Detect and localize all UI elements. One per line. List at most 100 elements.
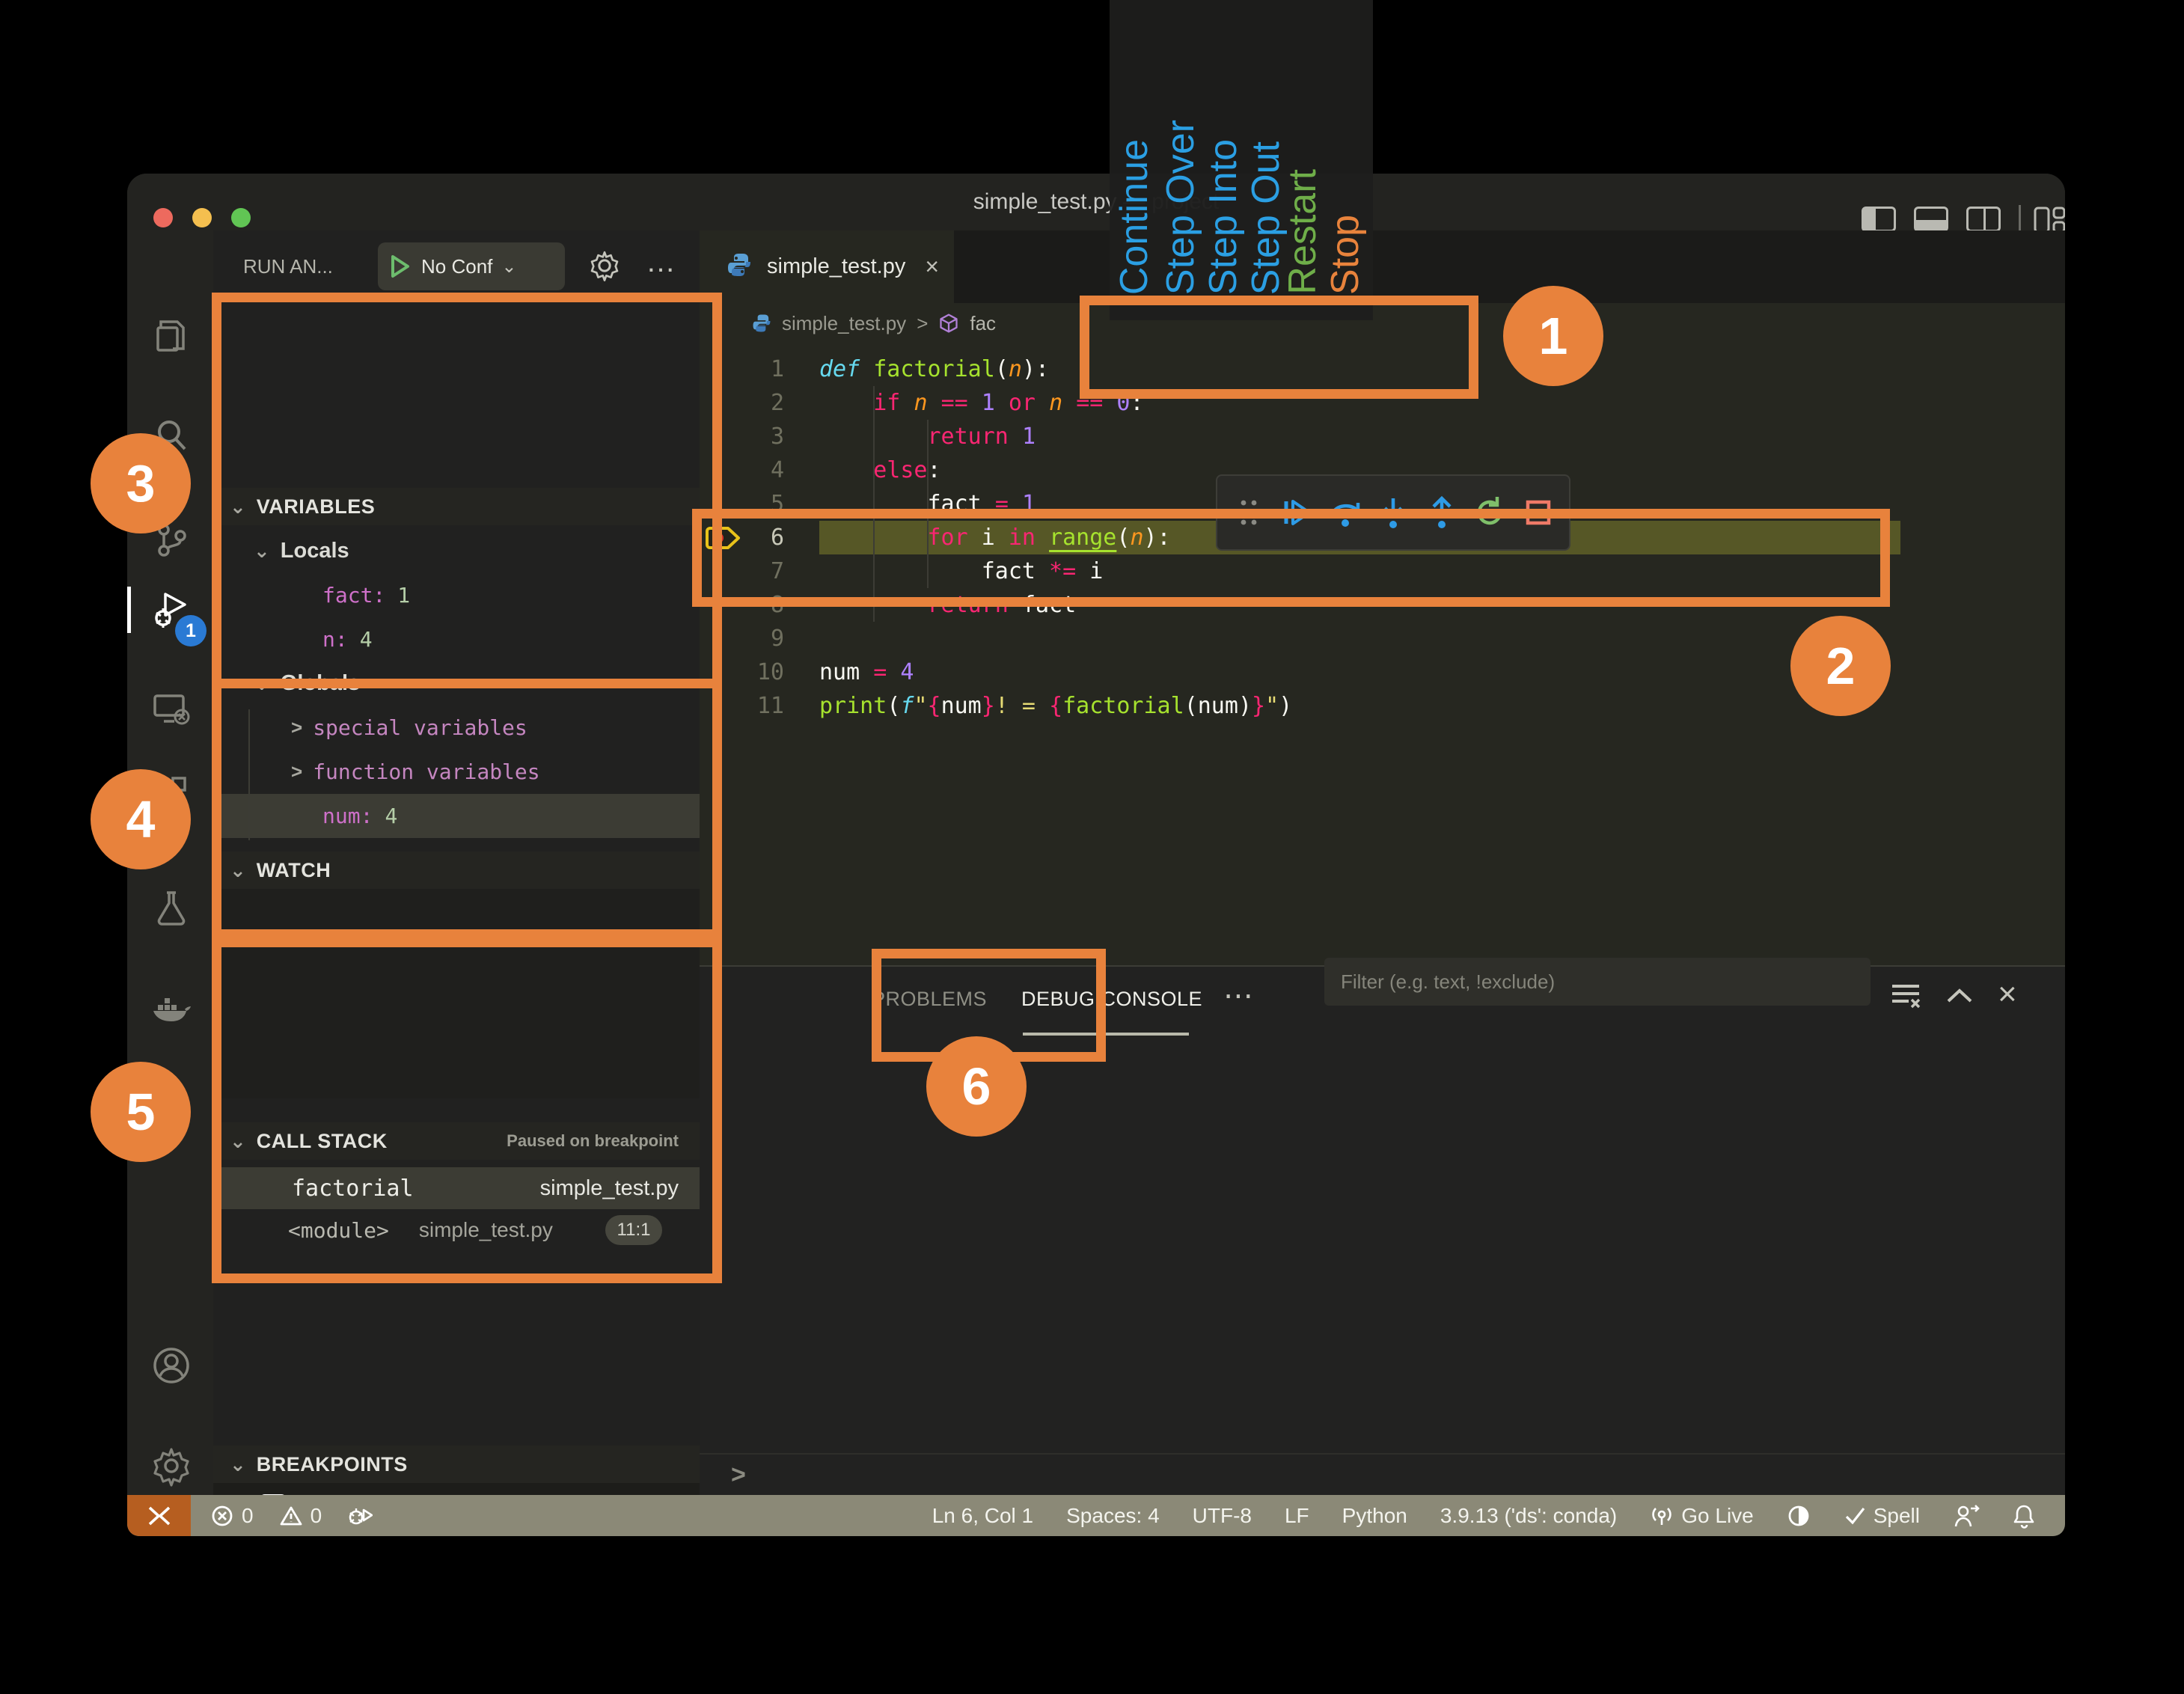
- filter-input[interactable]: Filter (e.g. text, !exclude): [1324, 958, 1871, 1006]
- toggle-secondary-sidebar-icon[interactable]: [1966, 207, 2001, 232]
- go-live-icon: [1650, 1504, 1674, 1528]
- status-item-label: 0: [311, 1504, 322, 1528]
- status-item[interactable]: Python: [1342, 1504, 1407, 1528]
- status-item-label: Python: [1342, 1504, 1407, 1528]
- go-live-icon[interactable]: Go Live: [1650, 1504, 1754, 1528]
- section-title: BREAKPOINTS: [257, 1453, 408, 1476]
- status-item-label: Ln 6, Col 1: [932, 1504, 1033, 1528]
- errors-icon[interactable]: 0: [210, 1504, 254, 1528]
- tab-simple-test-py[interactable]: simple_test.py ×: [700, 230, 954, 303]
- debug-status-icon: [347, 1504, 373, 1528]
- maximize-panel-icon[interactable]: [1945, 985, 1974, 1011]
- annotation-box-3-variables: [212, 293, 722, 688]
- contrast-icon[interactable]: [1787, 1504, 1811, 1528]
- status-bar: 00 Ln 6, Col 1Spaces: 4UTF-8LFPython3.9.…: [127, 1495, 2065, 1536]
- line-number[interactable]: 10: [748, 659, 784, 685]
- status-item[interactable]: Spaces: 4: [1066, 1504, 1160, 1528]
- contrast-icon: [1787, 1504, 1811, 1528]
- annotation-circle-6: 6: [926, 1036, 1027, 1137]
- repl-divider: [700, 1453, 2065, 1455]
- warnings-icon: [279, 1504, 303, 1528]
- explorer-icon[interactable]: [150, 314, 192, 356]
- code-line: 3 return 1: [700, 420, 2065, 453]
- status-item-label: Spell: [1873, 1504, 1920, 1528]
- annotation-circle-4: 4: [91, 769, 191, 869]
- status-right-items: Ln 6, Col 1 Spaces: 4 UTF-8 LF Python 3.9.13 …: [932, 1503, 2035, 1529]
- views-more-actions-icon[interactable]: …: [646, 245, 678, 279]
- panel-more-actions-icon[interactable]: ⋯: [1223, 979, 1253, 1013]
- screenshot-root: simple_test.py — project: [0, 0, 2184, 1694]
- annotation-box-1-debug-toolbar: [1080, 296, 1478, 399]
- annotation-circle-2: 2: [1790, 616, 1891, 716]
- console-prompt[interactable]: >: [731, 1461, 746, 1490]
- annotation-circle-3: 3: [91, 433, 191, 533]
- settings-gear-icon[interactable]: [150, 1445, 192, 1487]
- code-text: num = 4: [819, 659, 914, 685]
- start-debug-icon: [390, 254, 411, 278]
- status-left-items: 00: [210, 1504, 373, 1528]
- debug-settings-gear-icon[interactable]: [586, 247, 623, 288]
- account-icon[interactable]: [150, 1345, 192, 1386]
- launch-config-dropdown[interactable]: No Conf ⌄: [378, 242, 565, 290]
- editor-tab-bar: simple_test.py ×: [700, 230, 2065, 303]
- python-file-icon: [727, 252, 752, 281]
- line-number[interactable]: 9: [748, 626, 784, 652]
- annotation-box-2-current-line: [692, 509, 1890, 607]
- person-icon[interactable]: [1953, 1504, 1980, 1528]
- titlebar-separator: [2019, 205, 2021, 233]
- annotation-circle-1: 1: [1503, 286, 1603, 386]
- person-icon: [1953, 1504, 1980, 1528]
- remote-indicator[interactable]: [127, 1495, 191, 1536]
- annotation-box-5-call-stack: [212, 938, 722, 1283]
- line-number[interactable]: 1: [748, 356, 784, 382]
- status-item-label: UTF-8: [1193, 1504, 1252, 1528]
- debug-status-icon[interactable]: [347, 1504, 373, 1528]
- status-item-label: LF: [1285, 1504, 1309, 1528]
- line-number[interactable]: 3: [748, 424, 784, 450]
- annotation-label-stop: Stop: [1324, 0, 1367, 295]
- testing-beaker-icon[interactable]: [150, 887, 192, 929]
- check-icon[interactable]: Spell: [1844, 1504, 1920, 1528]
- check-icon: [1844, 1505, 1866, 1527]
- symbol-cube-icon: [938, 313, 959, 334]
- annotation-label-restart: Restart: [1281, 0, 1324, 295]
- chevron-down-icon: ⌄: [230, 1453, 246, 1476]
- bell-icon[interactable]: [2013, 1503, 2035, 1529]
- annotation-circle-5: 5: [91, 1062, 191, 1162]
- annotation-label-step-into: Step Into: [1202, 0, 1245, 295]
- annotation-label-continue: Continue: [1113, 0, 1156, 295]
- status-item-label: Go Live: [1681, 1504, 1754, 1528]
- title-bar: simple_test.py — project: [127, 174, 2065, 230]
- activity-bar: 1: [127, 230, 214, 1536]
- errors-icon: [210, 1504, 234, 1528]
- remote-monitor-icon[interactable]: [150, 688, 192, 730]
- code-text: else:: [819, 457, 941, 483]
- bell-icon: [2013, 1503, 2035, 1529]
- breakpoints-header[interactable]: ⌄ BREAKPOINTS: [213, 1446, 700, 1483]
- line-number[interactable]: 4: [748, 457, 784, 483]
- code-text: def factorial(n):: [819, 356, 1049, 382]
- breadcrumb[interactable]: simple_test.py > fac: [752, 303, 996, 343]
- docker-whale-icon[interactable]: [150, 987, 192, 1029]
- status-item[interactable]: 3.9.13 ('ds': conda): [1440, 1504, 1617, 1528]
- close-panel-icon[interactable]: ×: [1998, 976, 2017, 1013]
- status-item-label: 3.9.13 ('ds': conda): [1440, 1504, 1617, 1528]
- debug-badge: 1: [175, 615, 207, 646]
- filter-lines-icon[interactable]: [1889, 980, 1922, 1014]
- status-item[interactable]: LF: [1285, 1504, 1309, 1528]
- status-item-label: Spaces: 4: [1066, 1504, 1160, 1528]
- line-number[interactable]: 2: [748, 390, 784, 416]
- code-text: print(f"{num}! = {factorial(num)}"): [819, 693, 1292, 719]
- status-item[interactable]: UTF-8: [1193, 1504, 1252, 1528]
- tab-close-icon[interactable]: ×: [925, 253, 939, 281]
- toggle-panel-icon[interactable]: [1914, 207, 1948, 232]
- annotation-box-4-watch: [212, 679, 722, 939]
- warnings-icon[interactable]: 0: [279, 1504, 322, 1528]
- status-item[interactable]: Ln 6, Col 1: [932, 1504, 1033, 1528]
- python-file-icon: [752, 314, 771, 333]
- toggle-sidebar-icon[interactable]: [1862, 207, 1896, 232]
- active-view-indicator: [127, 587, 131, 633]
- line-number[interactable]: 11: [748, 693, 784, 719]
- status-item-label: 0: [242, 1504, 254, 1528]
- annotation-label-step-over: Step Over: [1159, 0, 1202, 295]
